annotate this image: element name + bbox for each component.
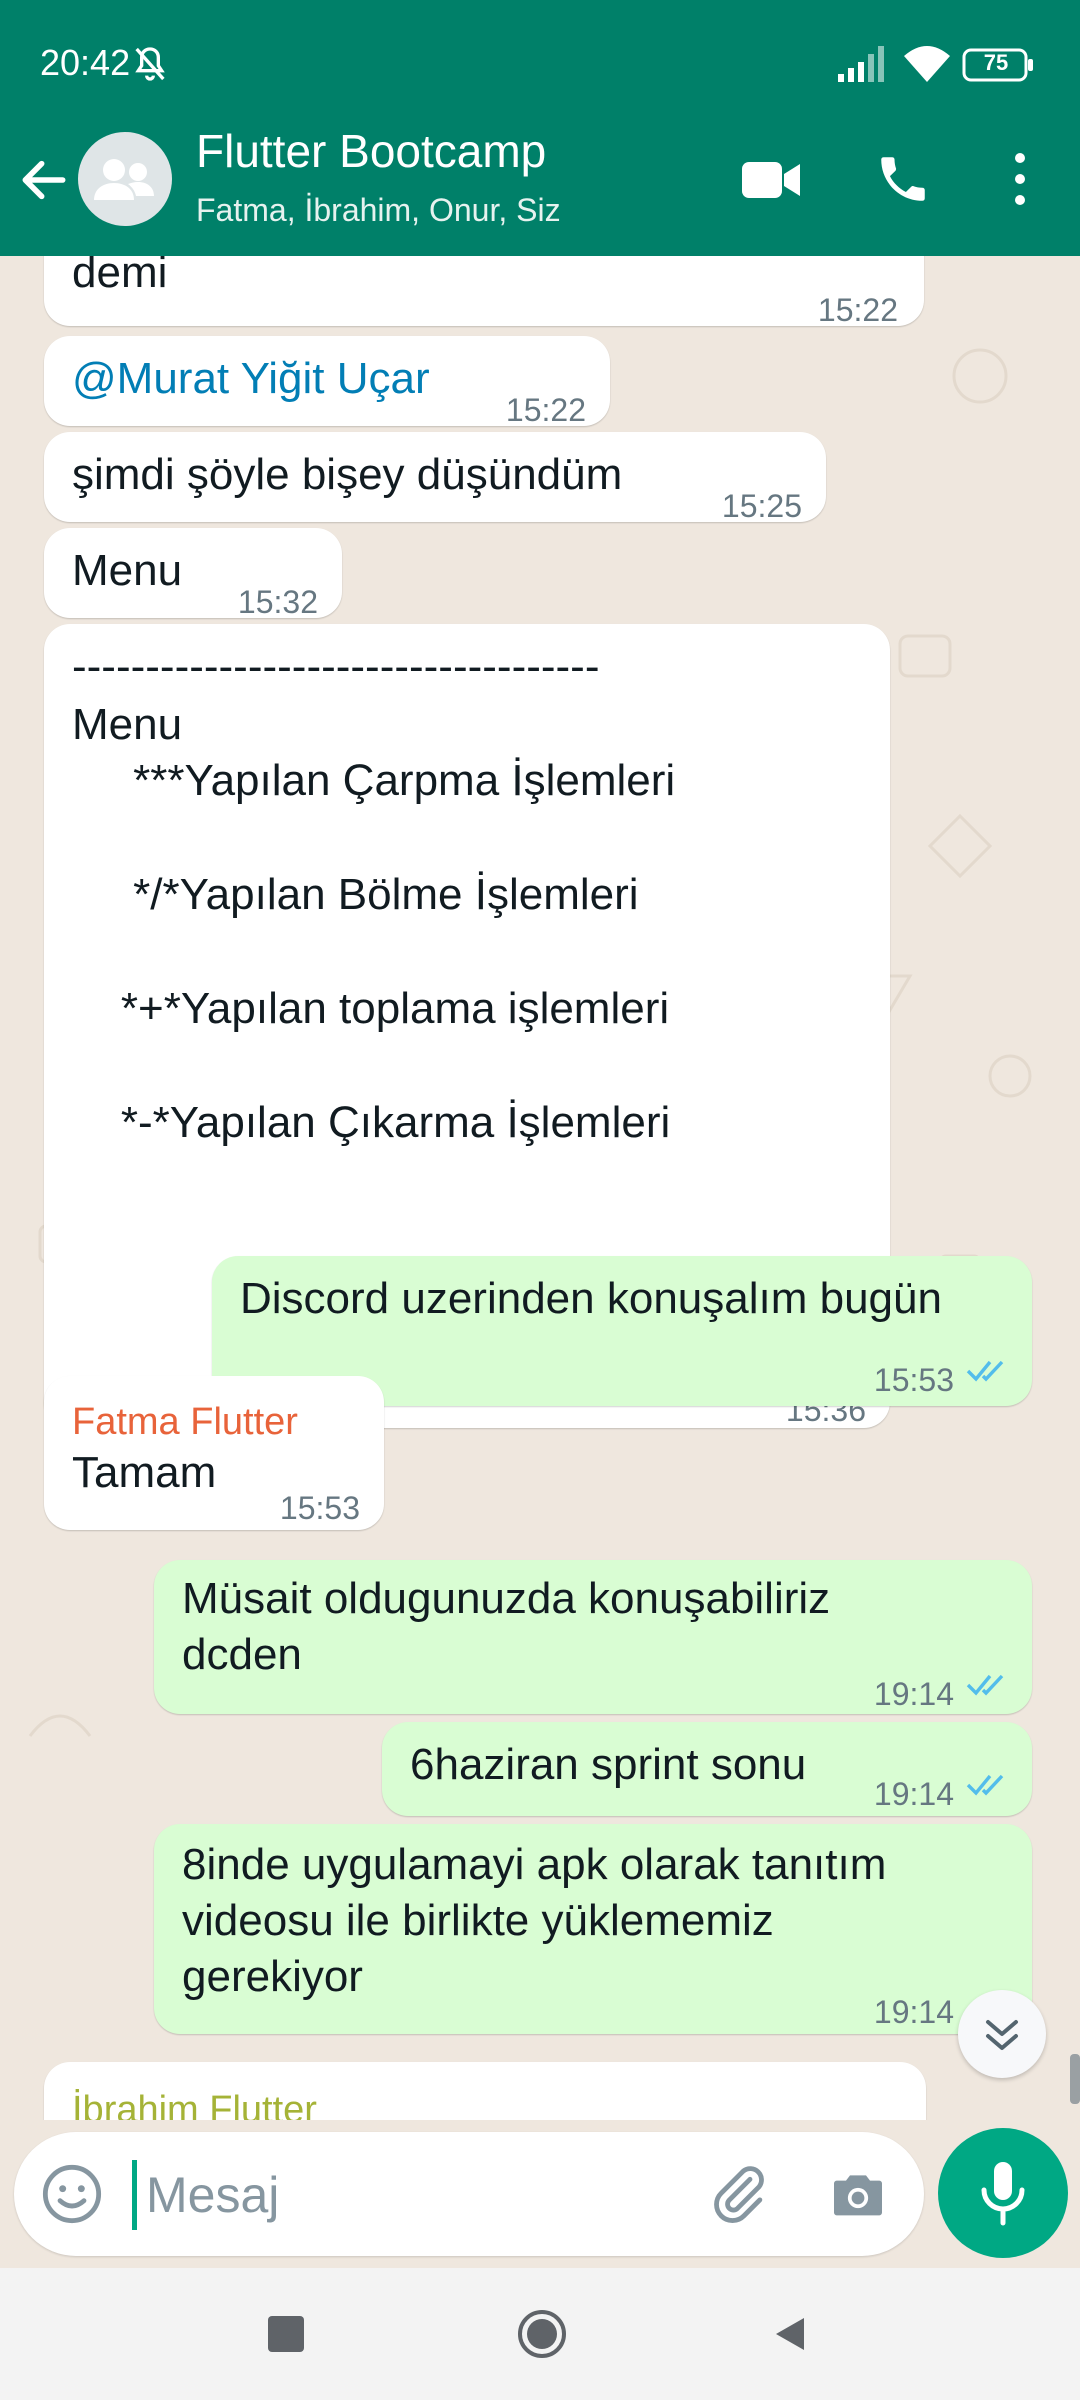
message-input[interactable]	[144, 2154, 708, 2236]
message-line: *-*Yapılan Çıkarma İşlemleri	[72, 1098, 671, 1147]
message-time: 15:53	[279, 1490, 360, 1526]
message-bubble-outgoing[interactable]: 6haziran sprint sonu 19:14	[382, 1722, 1032, 1816]
message-line: Menu	[72, 700, 183, 749]
chat-area[interactable]: demi 15:22 @Murat Yiğit Uçar 15:22 şimdi…	[0, 256, 1080, 2120]
message-text: demi	[72, 256, 168, 297]
scroll-to-bottom-button[interactable]	[958, 1990, 1046, 2078]
chevron-double-down-icon	[986, 2020, 1018, 2050]
group-avatar-icon	[94, 159, 154, 200]
chat-title[interactable]: Flutter Bootcamp	[196, 124, 546, 178]
phone-icon[interactable]	[874, 150, 932, 208]
message-bubble-incoming[interactable]: @Murat Yiğit Uçar 15:22	[44, 336, 610, 428]
wifi-icon	[904, 46, 950, 82]
back-triangle-icon[interactable]	[768, 2312, 812, 2356]
double-check-icon	[966, 1774, 1004, 1796]
message-time: 15:22	[817, 292, 898, 328]
message-text: Tamam	[72, 1448, 217, 1497]
message-bubble-outgoing[interactable]: 8inde uygulamayi apk olarak tanıtım vide…	[154, 1824, 1032, 2034]
status-time: 20:42	[40, 42, 131, 83]
message-line: Müsait oldugunuzda konuşabiliriz	[182, 1574, 831, 1623]
chat-members[interactable]: Fatma, İbrahim, Onur, Siz	[196, 192, 561, 229]
message-line: dcden	[182, 1630, 302, 1679]
message-time: 15:53	[873, 1362, 954, 1398]
message-time: 19:14	[873, 1676, 954, 1712]
group-avatar[interactable]	[78, 132, 172, 226]
message-line: *+*Yapılan toplama işlemleri	[72, 984, 670, 1033]
message-time: 15:22	[505, 392, 586, 428]
message-line: ------------------------------------	[72, 642, 600, 691]
back-arrow-icon[interactable]	[16, 152, 72, 208]
attach-icon[interactable]	[706, 2162, 770, 2226]
message-time: 19:14	[873, 1994, 954, 2030]
message-time: 15:32	[237, 584, 318, 620]
home-button-icon[interactable]	[516, 2308, 568, 2360]
message-time: 19:14	[873, 1776, 954, 1812]
message-bubble-incoming[interactable]: Fatma Flutter Tamam 15:53	[44, 1376, 384, 1530]
message-bubble-incoming[interactable]: İbrahim Flutter	[44, 2062, 926, 2120]
voice-message-button[interactable]	[938, 2128, 1068, 2258]
message-line: ***Yapılan Çarpma İşlemleri	[72, 756, 676, 805]
sender-name[interactable]: İbrahim Flutter	[72, 2082, 317, 2120]
battery-level: 75	[983, 50, 1009, 75]
message-line: videosu ile birlikte yüklememiz	[182, 1896, 774, 1945]
message-line: */*Yapılan Bölme İşlemleri	[72, 870, 639, 919]
more-vertical-icon[interactable]	[1008, 150, 1032, 208]
mic-icon	[981, 2162, 1025, 2226]
message-composer[interactable]	[14, 2132, 924, 2256]
mention-link[interactable]: @Murat Yiğit Uçar	[72, 350, 430, 407]
message-bubble-incoming[interactable]: şimdi şöyle bişey düşündüm 15:25	[44, 432, 826, 524]
text-cursor	[132, 2160, 137, 2230]
recents-button[interactable]	[268, 2316, 304, 2352]
video-call-icon[interactable]	[740, 156, 802, 204]
bell-muted-icon	[135, 47, 165, 81]
scrollbar-thumb[interactable]	[1070, 2054, 1080, 2104]
message-text: Menu	[72, 546, 183, 595]
emoji-icon[interactable]	[40, 2162, 104, 2226]
app-header: 20:42 75 Flutter Bootcamp Fatma, İbrahim…	[0, 0, 1080, 256]
message-line: 8inde uygulamayi apk olarak tanıtım	[182, 1840, 887, 1889]
message-bubble-outgoing[interactable]: Müsait oldugunuzda konuşabiliriz dcden 1…	[154, 1560, 1032, 1714]
double-check-icon	[966, 1360, 1004, 1382]
message-text: 6haziran sprint sonu	[410, 1740, 807, 1789]
message-line: gerekiyor	[182, 1952, 363, 2001]
message-bubble-incoming[interactable]: demi 15:22	[44, 256, 924, 328]
double-check-icon	[966, 1674, 1004, 1696]
message-text: Discord uzerinden konuşalım bugün	[240, 1274, 942, 1323]
message-time: 15:25	[721, 488, 802, 524]
signal-icon	[838, 46, 884, 82]
sender-name[interactable]: Fatma Flutter	[72, 1394, 298, 1451]
message-bubble-incoming[interactable]: Menu 15:32	[44, 528, 342, 620]
message-text: şimdi şöyle bişey düşündüm	[72, 450, 623, 499]
camera-icon[interactable]	[826, 2162, 890, 2226]
